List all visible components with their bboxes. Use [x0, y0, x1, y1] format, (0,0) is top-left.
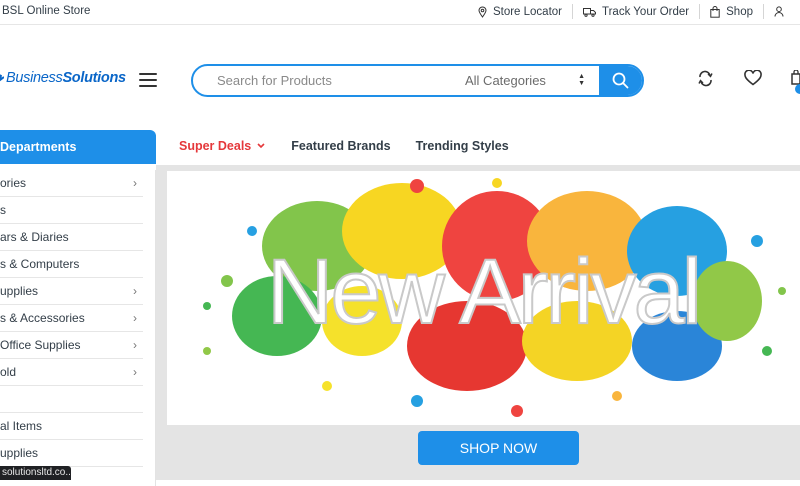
- department-item[interactable]: s & Computers: [0, 251, 143, 278]
- store-name: BSL Online Store: [2, 5, 91, 17]
- search-input[interactable]: [193, 66, 429, 95]
- chevron-down-icon: [257, 143, 265, 149]
- department-item[interactable]: ories ›: [0, 170, 143, 197]
- departments-header[interactable]: Departments: [0, 130, 156, 164]
- tab-featured-brands[interactable]: Featured Brands: [291, 139, 390, 153]
- department-item-label: upplies: [0, 284, 39, 298]
- site-header: BusinessSolutions All Categories ▲▼: [0, 26, 800, 130]
- department-item-label: ories: [0, 176, 27, 190]
- truck-icon: [583, 7, 596, 17]
- department-item[interactable]: old ›: [0, 359, 143, 386]
- menu-toggle-button[interactable]: [139, 73, 157, 87]
- site-logo[interactable]: BusinessSolutions: [0, 70, 126, 86]
- track-order-link[interactable]: Track Your Order: [572, 4, 699, 19]
- department-item-label: s: [0, 203, 6, 217]
- shop-label: Shop: [726, 5, 753, 18]
- paint-splash-image: New Arrival: [203, 178, 786, 417]
- store-locator-link[interactable]: Store Locator: [468, 4, 572, 19]
- banner-headline: New Arrival: [267, 241, 699, 343]
- category-select[interactable]: All Categories ▲ ▼: [429, 66, 599, 95]
- store-locator-label: Store Locator: [492, 5, 562, 18]
- departments-list: ories › s ars & Diaries s & Computers upp…: [0, 170, 156, 486]
- department-item[interactable]: Office Supplies ›: [0, 332, 143, 359]
- logo-text-bold: Business: [6, 70, 63, 86]
- department-item[interactable]: s & Accessories ›: [0, 305, 143, 332]
- heart-icon[interactable]: [744, 70, 762, 86]
- search-button[interactable]: [599, 66, 642, 95]
- tab-label: Super Deals: [179, 139, 252, 153]
- department-item[interactable]: [0, 386, 143, 413]
- status-bar-url: solutionsltd.co...: [0, 466, 71, 480]
- select-arrows-icon: ▲ ▼: [578, 73, 585, 87]
- chevron-right-icon: ›: [133, 311, 137, 325]
- department-item[interactable]: upplies ›: [0, 278, 143, 305]
- logo-text: BusinessSolutions: [6, 70, 126, 86]
- department-item-label: s & Accessories: [0, 311, 85, 325]
- shop-link[interactable]: Shop: [699, 4, 763, 19]
- shop-now-button[interactable]: SHOP NOW: [418, 431, 579, 465]
- chevron-right-icon: ›: [133, 365, 137, 379]
- department-item-label: s & Computers: [0, 257, 80, 271]
- tab-label: Featured Brands: [291, 139, 391, 153]
- logo-mark-icon: [0, 74, 4, 82]
- department-item[interactable]: ars & Diaries: [0, 224, 143, 251]
- user-icon: [774, 6, 784, 17]
- account-link[interactable]: [763, 4, 800, 19]
- category-select-value: All Categories: [465, 73, 546, 88]
- shopping-bag-icon: [710, 5, 720, 18]
- search-icon: [612, 72, 629, 89]
- top-links: Store Locator Track Your Order Shop: [468, 4, 800, 19]
- department-item-label: upplies: [0, 446, 39, 460]
- cart-icon[interactable]: [790, 70, 800, 96]
- department-item-label: Office Supplies: [0, 338, 81, 352]
- department-item-label: old: [0, 365, 17, 379]
- track-order-label: Track Your Order: [602, 5, 690, 18]
- search-bar: All Categories ▲▼: [191, 64, 644, 97]
- tab-super-deals[interactable]: Super Deals: [179, 139, 266, 153]
- main-nav: Super Deals Featured Brands Trending Sty…: [179, 139, 534, 153]
- department-item[interactable]: al Items: [0, 413, 143, 440]
- departments-sidebar: Departments ories › s ars & Diaries s & C…: [0, 130, 156, 486]
- top-bar: BSL Online Store Store Locator Track You…: [0, 0, 800, 25]
- logo-text-rest: Solutions: [62, 70, 126, 86]
- chevron-right-icon: ›: [133, 284, 137, 298]
- map-pin-icon: [478, 6, 487, 18]
- tab-label: Trending Styles: [415, 139, 509, 153]
- department-item-label: al Items: [0, 419, 43, 433]
- hero-banner[interactable]: New Arrival: [167, 171, 800, 425]
- department-item[interactable]: upplies: [0, 440, 143, 467]
- department-item-label: ars & Diaries: [0, 230, 69, 244]
- tab-trending-styles[interactable]: Trending Styles: [416, 139, 509, 153]
- compare-icon[interactable]: [697, 70, 714, 87]
- chevron-right-icon: ›: [133, 176, 137, 190]
- department-item[interactable]: s: [0, 197, 143, 224]
- chevron-right-icon: ›: [133, 338, 137, 352]
